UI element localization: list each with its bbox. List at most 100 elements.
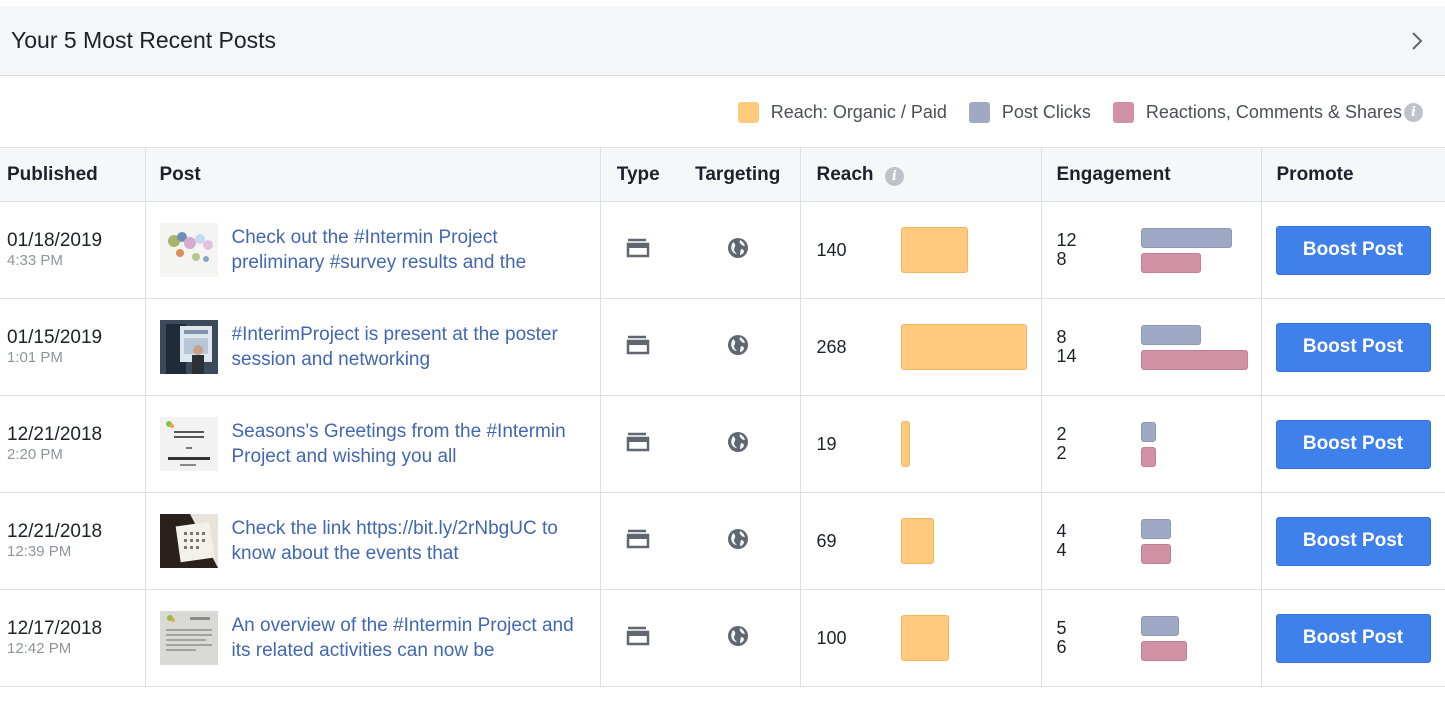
info-icon[interactable]: i (1404, 102, 1423, 122)
globe-icon (727, 237, 749, 264)
type-cell (599, 395, 676, 493)
published-time: 1:01 PM (7, 349, 63, 366)
post-thumbnail[interactable] (159, 223, 218, 277)
chevron-right-icon[interactable] (1407, 28, 1427, 54)
reach-bar[interactable] (900, 421, 910, 467)
targeting-cell (676, 201, 800, 299)
legend-swatch-reactions (1112, 101, 1134, 123)
published-time: 2:20 PM (7, 446, 63, 463)
post-text-link[interactable]: Check the link https://bit.ly/2rNbgUC to… (232, 516, 586, 566)
post-text-link[interactable]: Check out the #Intermin Project prelimin… (232, 225, 586, 275)
post-thumbnail[interactable] (159, 514, 218, 568)
published-date: 12/17/2018 (7, 618, 103, 639)
published-cell: 01/18/2019 4:33 PM (0, 201, 145, 299)
post-clicks-value: 2 (1056, 424, 1067, 444)
legend-label-clicks: Post Clicks (1001, 101, 1091, 122)
post-cell: An overview of the #Intermin Project and… (144, 589, 600, 687)
reach-cell: 19 (799, 395, 1041, 493)
boost-post-button[interactable]: Boost Post (1275, 225, 1431, 275)
column-header-reach-cell: Reach i (799, 147, 1041, 202)
globe-icon (727, 431, 749, 458)
boost-post-button[interactable]: Boost Post (1275, 322, 1431, 372)
published-cell: 12/17/2018 12:42 PM (0, 589, 145, 687)
boost-post-button[interactable]: Boost Post (1275, 516, 1431, 566)
reactions-bar[interactable] (1140, 252, 1201, 273)
reach-bar[interactable] (900, 324, 1027, 370)
post-text-link[interactable]: Seasons's Greetings from the #Intermin P… (232, 419, 586, 469)
post-thumbnail[interactable] (159, 417, 218, 471)
reach-bar[interactable] (900, 615, 949, 661)
legend-label-reactions: Reactions, Comments & Shares (1145, 101, 1402, 122)
reach-value: 100 (816, 627, 847, 648)
post-clicks-bar[interactable] (1140, 615, 1179, 636)
legend-label-reach: Reach: Organic / Paid (770, 101, 947, 122)
globe-icon (727, 625, 749, 652)
reactions-bar[interactable] (1140, 349, 1248, 370)
photo-type-icon (625, 432, 651, 457)
post-thumbnail[interactable] (159, 320, 218, 374)
reach-bar[interactable] (900, 227, 968, 273)
type-cell (599, 492, 676, 590)
boost-post-button[interactable]: Boost Post (1275, 613, 1431, 663)
published-date: 01/18/2019 (7, 230, 103, 251)
published-cell: 12/21/2018 2:20 PM (0, 395, 145, 493)
reach-value: 268 (816, 336, 847, 357)
targeting-cell (676, 492, 800, 590)
post-clicks-bar[interactable] (1140, 518, 1171, 539)
post-cell: Check out the #Intermin Project prelimin… (144, 201, 600, 299)
column-header-engagement[interactable]: Engagement (1040, 147, 1261, 202)
reach-value: 69 (816, 530, 837, 551)
post-clicks-bar[interactable] (1140, 227, 1232, 248)
photo-type-icon (625, 238, 651, 263)
post-clicks-bar[interactable] (1140, 421, 1156, 442)
post-clicks-value: 4 (1056, 521, 1067, 541)
table-row[interactable]: 01/18/2019 4:33 PM Check out the #Interm… (0, 201, 1445, 299)
engagement-cell: 2 2 (1040, 395, 1261, 493)
reactions-value: 8 (1056, 249, 1067, 269)
targeting-cell (676, 298, 800, 396)
boost-post-button[interactable]: Boost Post (1275, 419, 1431, 469)
page-title: Your 5 Most Recent Posts (11, 27, 277, 53)
reach-info-icon[interactable]: i (884, 166, 904, 186)
post-text-link[interactable]: An overview of the #Intermin Project and… (232, 613, 586, 663)
column-header-type: Type (599, 147, 676, 202)
engagement-cell: 8 14 (1040, 298, 1261, 396)
table-header-row: Published Post Type Targeting Reach i En… (0, 147, 1445, 202)
published-cell: 12/21/2018 12:39 PM (0, 492, 145, 590)
post-clicks-bar[interactable] (1140, 324, 1201, 345)
photo-type-icon (625, 626, 651, 651)
targeting-cell (676, 395, 800, 493)
column-header-reach[interactable]: Reach (817, 164, 874, 185)
reach-value: 140 (816, 239, 847, 260)
engagement-cell: 4 4 (1040, 492, 1261, 590)
type-cell (599, 201, 676, 299)
column-header-targeting: Targeting (676, 147, 800, 202)
reactions-bar[interactable] (1140, 446, 1156, 467)
recent-posts-header[interactable]: Your 5 Most Recent Posts (0, 6, 1445, 76)
globe-icon (727, 528, 749, 555)
reach-cell: 100 (799, 589, 1041, 687)
published-date: 12/21/2018 (7, 521, 103, 542)
promote-cell: Boost Post (1260, 298, 1445, 396)
chart-legend: Reach: Organic / Paid Post Clicks Reacti… (737, 97, 1423, 127)
column-header-post: Post (144, 147, 600, 202)
promote-cell: Boost Post (1260, 395, 1445, 493)
published-time: 12:39 PM (7, 543, 72, 560)
reach-bar[interactable] (900, 518, 934, 564)
reactions-value: 14 (1056, 346, 1077, 366)
globe-icon (727, 334, 749, 361)
column-header-published[interactable]: Published (0, 147, 145, 202)
table-row[interactable]: 01/15/2019 1:01 PM #InterimProject is pr… (0, 298, 1445, 396)
table-row[interactable]: 12/21/2018 2:20 PM Seasons's Greetings f… (0, 395, 1445, 493)
reach-cell: 268 (799, 298, 1041, 396)
post-cell: Seasons's Greetings from the #Intermin P… (144, 395, 600, 493)
legend-item-reach: Reach: Organic / Paid (737, 101, 947, 123)
reactions-bar[interactable] (1140, 640, 1187, 661)
reactions-bar[interactable] (1140, 543, 1171, 564)
table-row[interactable]: 12/21/2018 12:39 PM Check the link https… (0, 492, 1445, 590)
published-date: 12/21/2018 (7, 424, 103, 445)
post-thumbnail[interactable] (159, 611, 218, 665)
post-clicks-value: 12 (1056, 230, 1077, 250)
table-row[interactable]: 12/17/2018 12:42 PM An overview of the #… (0, 589, 1445, 687)
post-text-link[interactable]: #InterimProject is present at the poster… (232, 322, 586, 372)
